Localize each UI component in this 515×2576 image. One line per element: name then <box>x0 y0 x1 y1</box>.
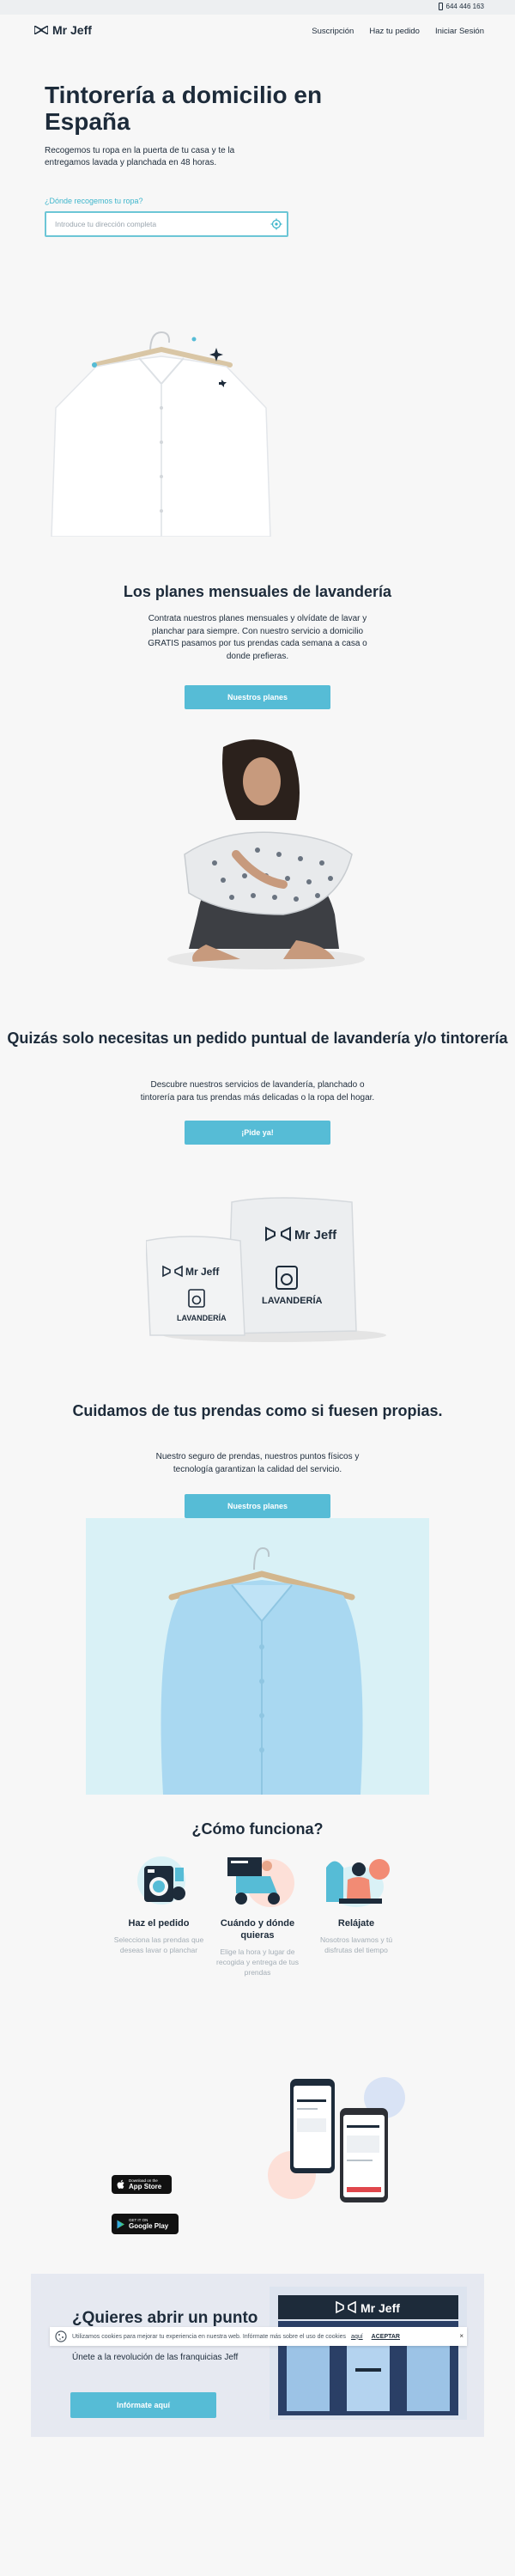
woman-pillow-image <box>167 739 365 969</box>
bag-label-large: LAVANDERÍA <box>262 1295 323 1306</box>
phone-number: 644 446 163 <box>445 3 485 10</box>
address-label: ¿Dónde recogemos tu ropa? <box>45 197 143 205</box>
laundry-bags-image: Mr Jeff LAVANDERÍA Mr Jeff LAVANDERÍA <box>146 1197 386 1342</box>
how-step-order-desc: Selecciona las prendas que deseas lavar … <box>113 1935 204 1954</box>
plans-button[interactable]: Nuestros planes <box>185 685 330 709</box>
care-title: Cuidamos de tus prendas como si fuesen p… <box>72 1402 443 1419</box>
how-step-relax: Relájate Nosotros lavamos y tú disfrutas… <box>309 1850 403 1955</box>
google-play-button[interactable]: GET IT ON Google Play <box>112 2214 179 2234</box>
how-step-delivery-desc: Elige la hora y lugar de recogida y entr… <box>216 1947 299 1977</box>
hero-subtitle: Recogemos tu ropa en la puerta de tu cas… <box>45 146 235 167</box>
nav-login[interactable]: Iniciar Sesión <box>435 27 484 36</box>
nav-order[interactable]: Haz tu pedido <box>369 27 420 36</box>
address-input[interactable] <box>46 213 252 235</box>
how-step-relax-title: Relájate <box>337 1918 375 1929</box>
locate-icon[interactable] <box>270 218 282 230</box>
app-store-big: App Store <box>129 2183 162 2190</box>
hero-title: Tintorería a domicilio en España <box>45 82 323 135</box>
white-shirt-image <box>51 331 271 537</box>
cookie-text: Utilizamos cookies para mejorar tu exper… <box>72 2333 347 2340</box>
delivery-scooter-icon <box>210 1850 305 1911</box>
top-bar: 644 446 163 <box>0 0 515 15</box>
franchise-info-button[interactable]: Infórmate aquí <box>70 2392 216 2418</box>
store-front-image: Mr Jeff <box>270 2287 467 2420</box>
play-icon <box>117 2220 124 2228</box>
apple-icon <box>117 2179 124 2189</box>
care-text: Nuestro seguro de prendas, nuestros punt… <box>155 1452 360 1474</box>
cookie-banner: Utilizamos cookies para mejorar tu exper… <box>50 2327 467 2346</box>
laundry-order-icon <box>112 1850 206 1911</box>
care-plans-button[interactable]: Nuestros planes <box>185 1494 330 1518</box>
how-step-delivery-title: Cuándo y dónde quieras <box>220 1918 295 1941</box>
franchise-section: ¿Quieres abrir un punto Mr Jeff? Únete a… <box>31 2274 484 2437</box>
order-now-button[interactable]: ¡Pide ya! <box>185 1121 330 1145</box>
relax-icon <box>309 1850 403 1911</box>
bag-label-small: LAVANDERÍA <box>177 1314 227 1322</box>
site-header: Mr Jeff Suscripción Haz tu pedido Inicia… <box>0 15 515 47</box>
nav-subscription[interactable]: Suscripción <box>312 27 354 36</box>
app-phones-image <box>268 2077 405 2202</box>
blue-shirt-image <box>161 1546 363 1795</box>
plans-text: Contrata nuestros planes mensuales y olv… <box>148 614 367 661</box>
main-nav: Suscripción Haz tu pedido Iniciar Sesión <box>312 27 484 36</box>
how-step-order: Haz el pedido Selecciona las prendas que… <box>112 1850 206 1955</box>
google-play-big: Google Play <box>129 2222 169 2230</box>
bag-brand-small: Mr Jeff <box>185 1266 220 1278</box>
phone-link[interactable]: 644 446 163 <box>438 3 485 10</box>
single-order-text: Descubre nuestros servicios de lavanderí… <box>140 1080 375 1103</box>
address-field <box>45 211 288 237</box>
how-title: ¿Cómo funciona? <box>191 1820 324 1838</box>
bag-brand-large: Mr Jeff <box>294 1228 337 1242</box>
cookie-icon <box>55 2330 67 2342</box>
store-sign-text: Mr Jeff <box>360 2301 400 2315</box>
how-step-order-title: Haz el pedido <box>128 1918 190 1929</box>
how-step-relax-desc: Nosotros lavamos y tú disfrutas del tiem… <box>319 1935 393 1954</box>
close-icon[interactable]: × <box>459 2332 464 2340</box>
cookie-accept-button[interactable]: ACEPTAR <box>372 2334 400 2340</box>
phone-icon <box>438 3 443 10</box>
app-store-button[interactable]: Download on the App Store <box>112 2175 172 2194</box>
logo[interactable]: Mr Jeff <box>34 23 92 37</box>
single-order-title: Quizás solo necesitas un pedido puntual … <box>7 1030 508 1047</box>
blue-shirt-panel <box>86 1518 429 1795</box>
cookie-more-link[interactable]: aquí <box>351 2334 363 2340</box>
plans-title: Los planes mensuales de lavandería <box>123 583 392 600</box>
bowtie-icon <box>34 26 48 34</box>
how-step-delivery: Cuándo y dónde quieras Elige la hora y l… <box>210 1850 305 1978</box>
franchise-subtitle: Únete a la revolución de las franquicias… <box>72 2353 239 2362</box>
logo-text: Mr Jeff <box>52 23 92 37</box>
